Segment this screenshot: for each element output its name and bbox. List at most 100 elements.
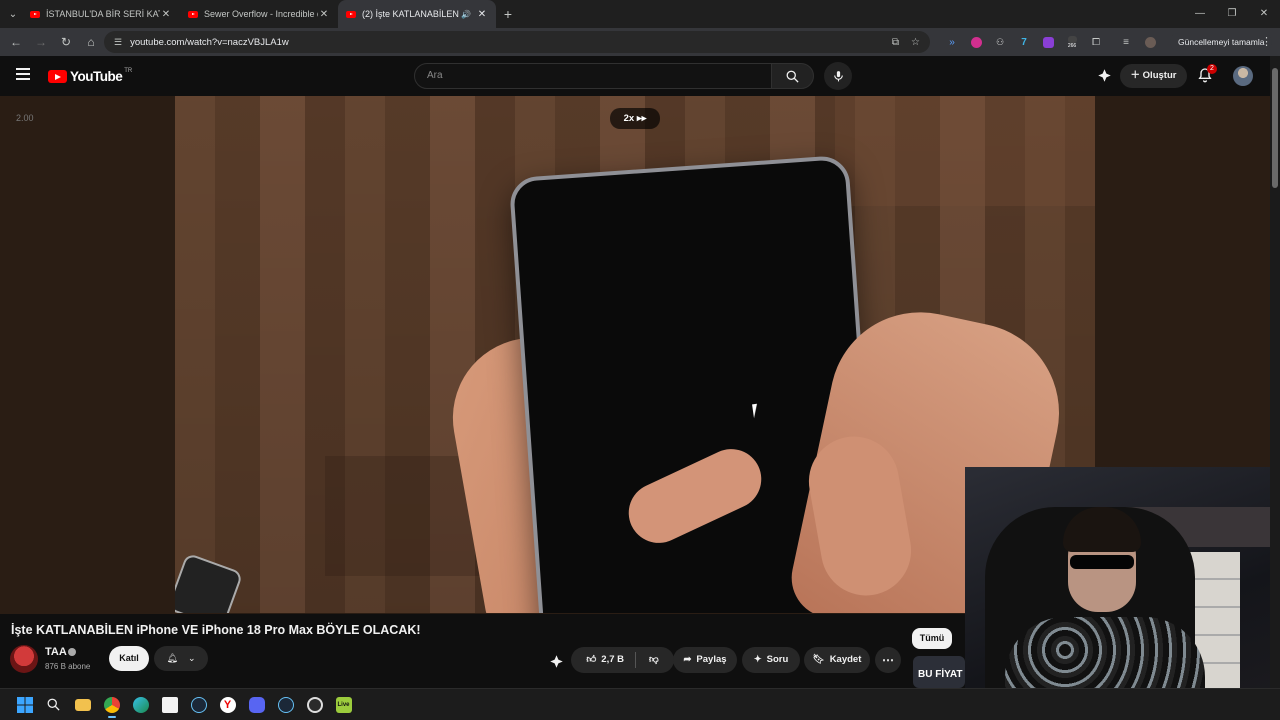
- like-icon[interactable]: 👍︎: [586, 647, 596, 673]
- like-dislike-group: 👍︎ 2,7 B 👎︎: [571, 647, 674, 673]
- extension-6-icon[interactable]: 266: [1060, 28, 1084, 56]
- chevron-down-icon: ⌄: [187, 653, 196, 663]
- voice-search-button[interactable]: [824, 62, 852, 90]
- extension-1-icon[interactable]: »: [940, 28, 964, 56]
- scrollbar-thumb[interactable]: [1272, 68, 1278, 188]
- tab-close-icon[interactable]: ✕: [318, 9, 330, 20]
- reload-icon[interactable]: ↻: [54, 35, 78, 49]
- new-tab-button[interactable]: +: [496, 6, 520, 22]
- save-label: Kaydet: [829, 654, 862, 665]
- window-controls: — ❐ ✕: [1184, 0, 1280, 28]
- discord-icon[interactable]: [242, 691, 271, 719]
- tab-title: (2) İşte KATLANABİLEN iPhon...: [362, 9, 461, 19]
- menu-icon[interactable]: [16, 68, 30, 80]
- extensions-puzzle-icon[interactable]: ⧠: [1084, 28, 1108, 56]
- start-button[interactable]: [10, 691, 39, 719]
- page-scrollbar[interactable]: [1270, 56, 1280, 688]
- recommendation-thumbnail[interactable]: BU FİYAT: [913, 656, 965, 688]
- playback-speed-indicator: 2x ▸▸: [610, 108, 660, 129]
- browser-menu-icon[interactable]: ⋮: [1261, 28, 1272, 56]
- install-app-icon[interactable]: ⧉: [892, 37, 899, 48]
- browser-tab-1[interactable]: İSTANBUL'DA BİR SERİ KATİL - ... ✕: [22, 0, 180, 28]
- bookmark-icon: 🔖︎: [812, 654, 825, 665]
- tab-search-icon[interactable]: ⌄: [4, 5, 22, 23]
- share-label: Paylaş: [696, 654, 727, 665]
- browser-tab-3-active[interactable]: (2) İşte KATLANABİLEN iPhon... 🔊 ✕: [338, 0, 496, 28]
- browser-toolbar: ← → ↻ ⌂ ☰ youtube.com/watch?v=naczVBJLA1…: [0, 28, 1280, 56]
- steam-icon[interactable]: [184, 691, 213, 719]
- share-button[interactable]: ➦ Paylaş: [673, 647, 737, 673]
- profile-icon[interactable]: [1138, 28, 1162, 56]
- steam-2-icon[interactable]: [271, 691, 300, 719]
- extension-2-icon[interactable]: [964, 28, 988, 56]
- dislike-icon[interactable]: 👎︎: [649, 647, 659, 673]
- youtube-masthead: YouTube TR Ara ＋ Oluştur 2: [0, 56, 1280, 96]
- store-icon[interactable]: [155, 691, 184, 719]
- speed-readout: 2.00: [16, 113, 34, 123]
- video-player[interactable]: [175, 96, 1095, 613]
- bookmark-star-icon[interactable]: ☆: [911, 37, 920, 48]
- join-button[interactable]: Katıl: [109, 646, 149, 671]
- create-label: Oluştur: [1142, 70, 1177, 81]
- search-icon: [786, 70, 799, 83]
- logo-text: YouTube: [70, 69, 123, 84]
- window-close-icon[interactable]: ✕: [1248, 0, 1280, 28]
- tab-close-icon[interactable]: ✕: [476, 9, 488, 20]
- yandex-icon[interactable]: Y: [213, 691, 242, 719]
- youtube-logo[interactable]: YouTube TR: [48, 67, 133, 84]
- sparkle-icon[interactable]: [1097, 68, 1112, 83]
- extensions-bar: » ⚇ 7 266 ⧠ ≡: [940, 28, 1162, 56]
- filter-chip-all[interactable]: Tümü: [912, 628, 952, 649]
- search-button[interactable]: [771, 63, 814, 89]
- youtube-play-icon: [48, 70, 67, 83]
- extension-badge: 266: [1067, 42, 1077, 49]
- forward-icon[interactable]: →: [29, 35, 53, 49]
- like-count[interactable]: 2,7 B: [601, 647, 624, 673]
- obs-icon[interactable]: [300, 691, 329, 719]
- subscriber-count: 876 B abone: [45, 662, 91, 671]
- speaker-icon[interactable]: 🔊: [461, 10, 471, 19]
- chrome-icon[interactable]: [97, 691, 126, 719]
- windows-taskbar: Y Live: [0, 688, 1280, 720]
- update-button[interactable]: Güncellemeyi tamamla: [1170, 33, 1273, 51]
- url-text: youtube.com/watch?v=naczVBJLA1w: [130, 36, 289, 48]
- taskbar-search-icon[interactable]: [39, 691, 68, 719]
- subscription-bell-button[interactable]: 🔔︎ ⌄: [154, 646, 208, 671]
- ai-sparkle-icon[interactable]: [549, 654, 564, 669]
- search-input[interactable]: Ara: [414, 63, 772, 89]
- home-icon[interactable]: ⌂: [79, 35, 103, 49]
- reading-list-icon[interactable]: ≡: [1114, 28, 1138, 56]
- channel-name[interactable]: TAA: [45, 646, 67, 658]
- edge-icon[interactable]: [126, 691, 155, 719]
- user-avatar[interactable]: [1233, 66, 1253, 86]
- wood-plank: [835, 96, 1095, 206]
- youtube-favicon-icon: [30, 10, 40, 18]
- channel-avatar[interactable]: [10, 645, 38, 673]
- address-bar[interactable]: ☰ youtube.com/watch?v=naczVBJLA1w ⧉ ☆: [104, 31, 930, 53]
- rec-thumb-text: BU FİYAT: [918, 669, 963, 680]
- save-button[interactable]: 🔖︎ Kaydet: [804, 647, 870, 673]
- phone-corner: [175, 552, 244, 613]
- notification-badge: 2: [1207, 64, 1217, 74]
- extension-4-icon[interactable]: 7: [1012, 28, 1036, 56]
- back-icon[interactable]: ←: [4, 35, 28, 49]
- restore-icon[interactable]: ❐: [1216, 0, 1248, 28]
- minimize-icon[interactable]: —: [1184, 0, 1216, 28]
- region-code: TR: [124, 67, 133, 74]
- bell-icon: 🔔︎: [166, 653, 178, 663]
- create-button[interactable]: ＋ Oluştur: [1120, 64, 1187, 88]
- video-title: İşte KATLANABİLEN iPhone VE iPhone 18 Pr…: [11, 623, 421, 637]
- tab-title: İSTANBUL'DA BİR SERİ KATİL - ...: [46, 9, 160, 19]
- extension-3-icon[interactable]: ⚇: [988, 28, 1012, 56]
- extension-5-icon[interactable]: [1036, 28, 1060, 56]
- tab-close-icon[interactable]: ✕: [160, 9, 172, 20]
- divider: [635, 652, 636, 668]
- share-icon: ➦: [683, 654, 692, 665]
- site-info-icon[interactable]: ☰: [114, 37, 122, 48]
- live-app-icon[interactable]: Live: [329, 691, 358, 719]
- ask-button[interactable]: ✦ Soru: [742, 647, 800, 673]
- file-explorer-icon[interactable]: [68, 691, 97, 719]
- windows-logo-icon: [16, 696, 33, 713]
- more-actions-button[interactable]: ⋯: [875, 647, 901, 673]
- browser-tab-2[interactable]: Sewer Overflow - Incredible dir... ✕: [180, 0, 338, 28]
